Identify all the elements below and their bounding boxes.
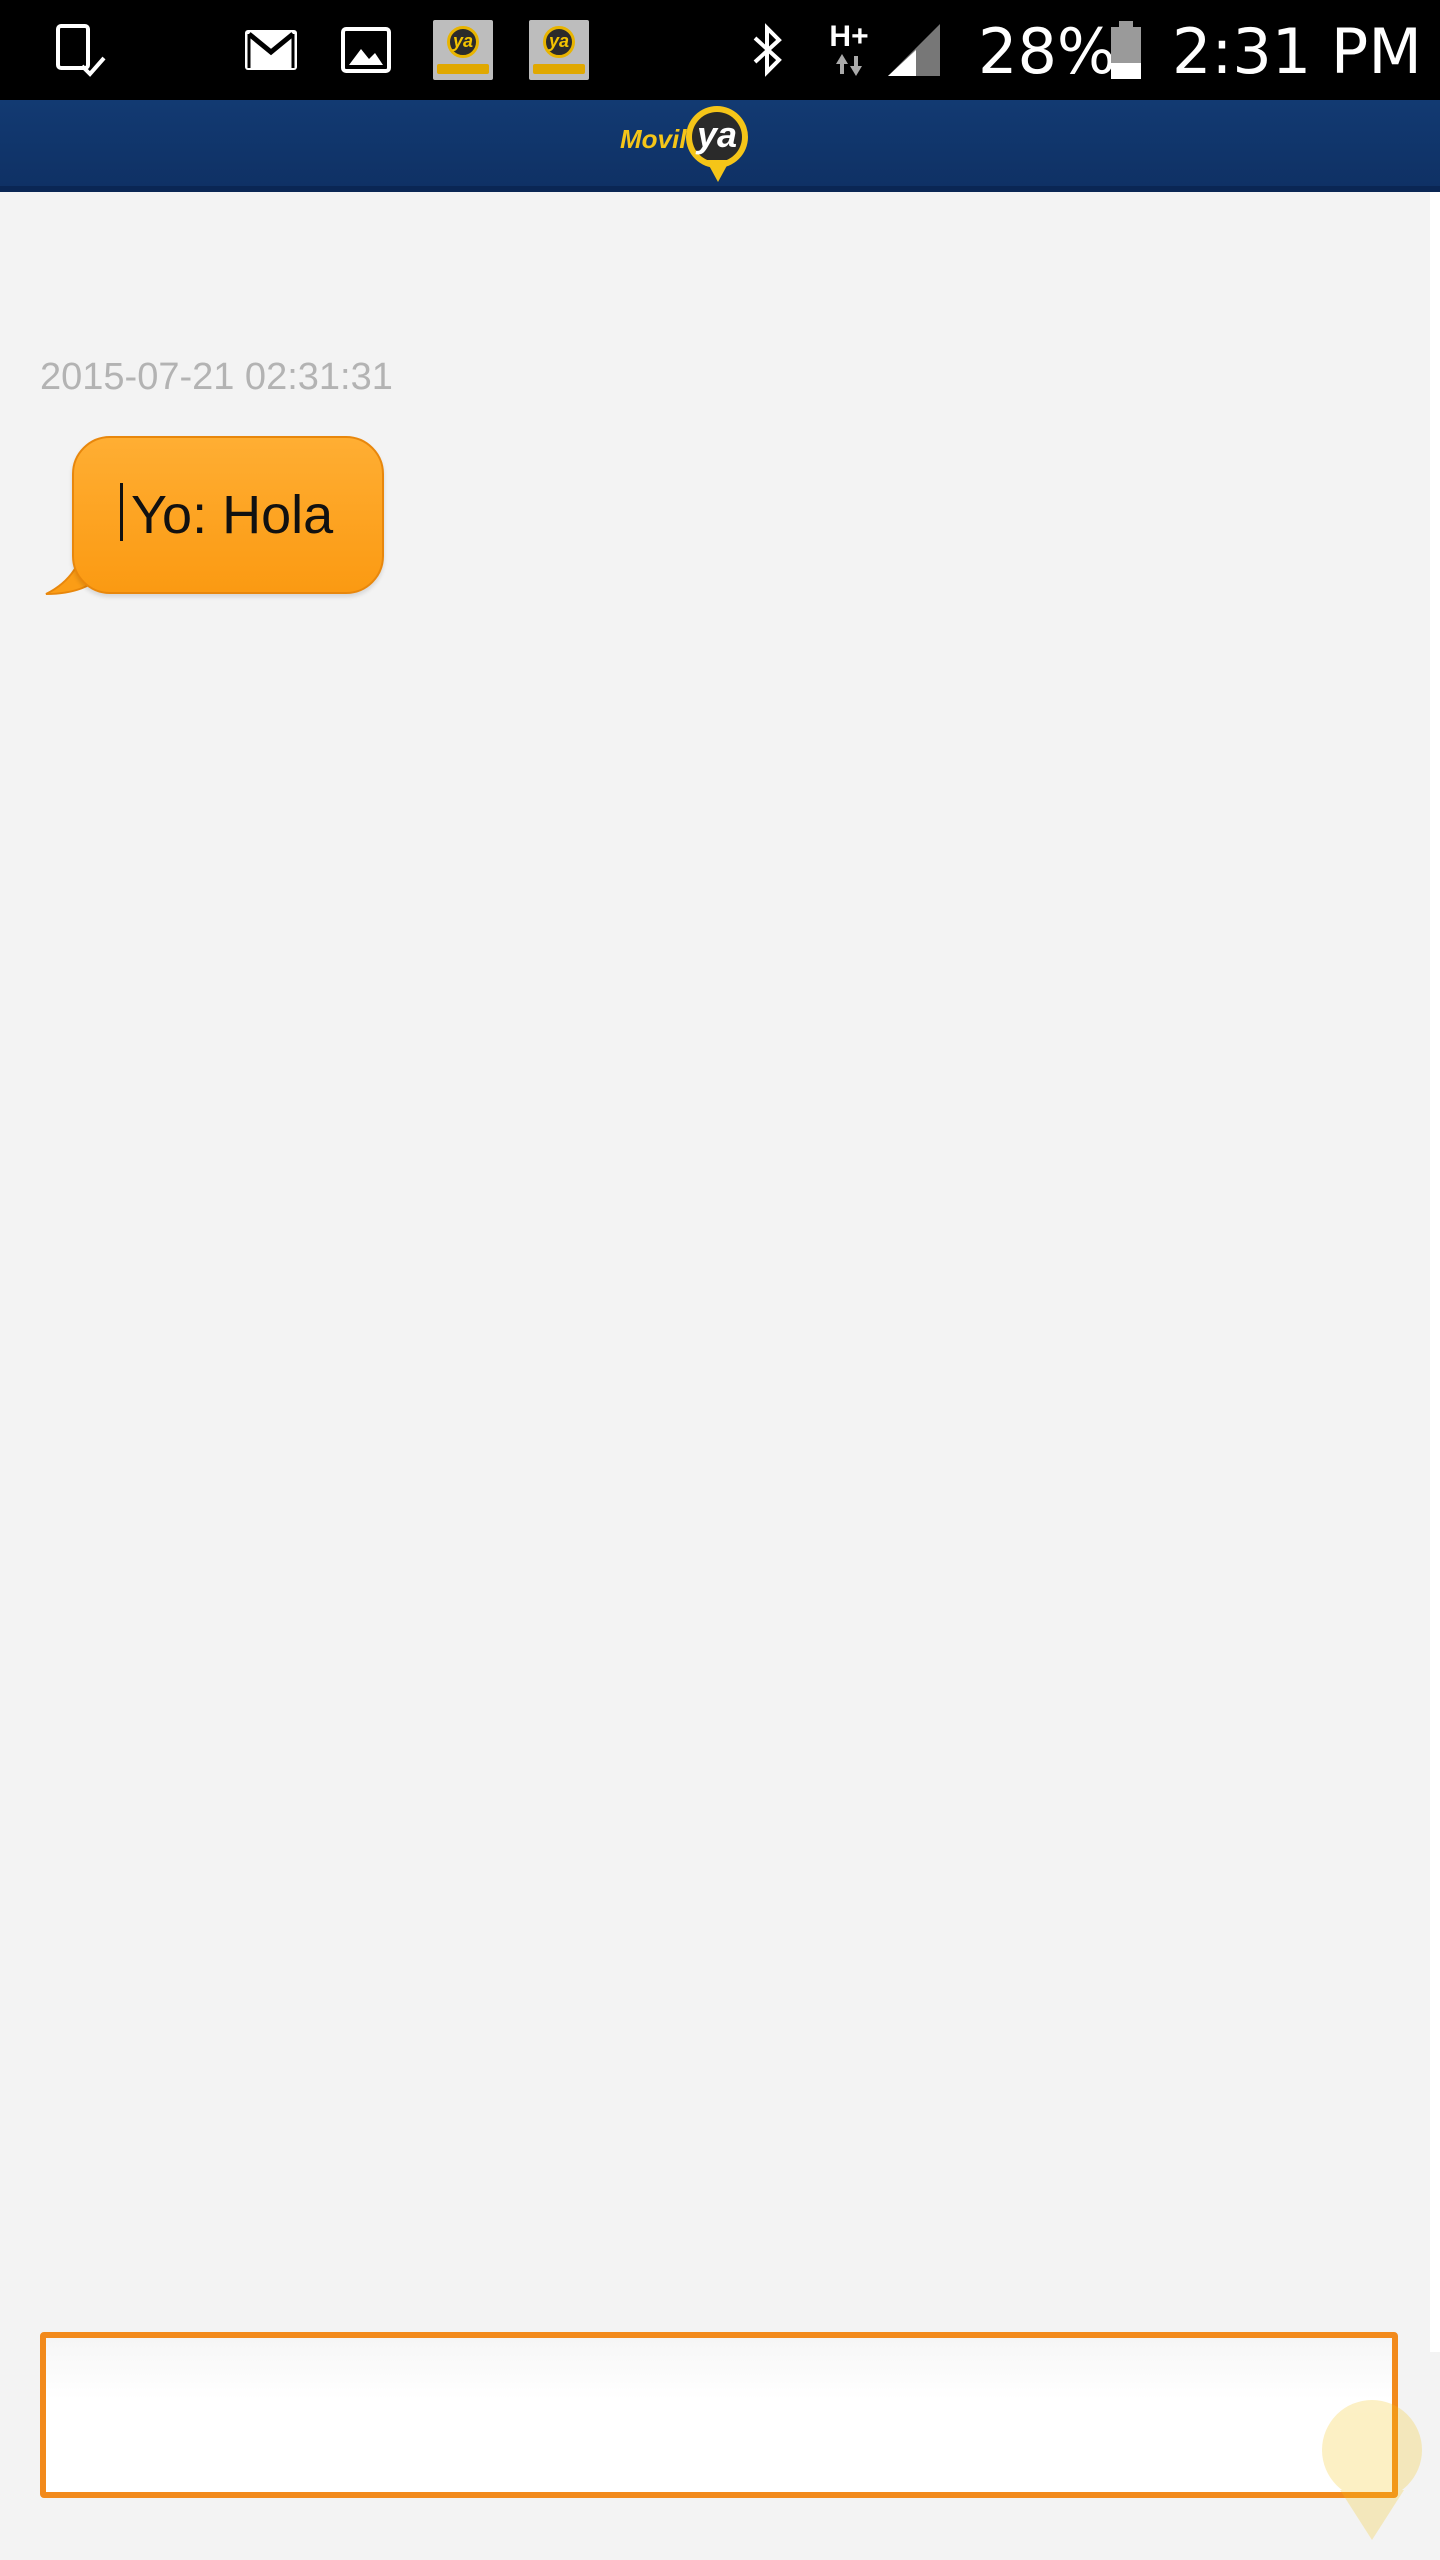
gmail-icon xyxy=(240,0,302,100)
gallery-icon xyxy=(338,0,394,100)
logo-wordmark: Movil xyxy=(620,124,687,154)
status-bar: ya ya H+ 28% 2:31 PM xyxy=(0,0,1440,100)
battery-icon xyxy=(1106,0,1146,100)
device-check-icon xyxy=(48,0,112,100)
logo-pin-icon: ya xyxy=(686,106,748,168)
bluetooth-icon xyxy=(748,0,788,100)
message-input[interactable] xyxy=(40,2332,1398,2498)
logo-mark: ya xyxy=(692,112,742,162)
message-bubble[interactable]: Yo: Hola xyxy=(72,436,384,594)
moviya-app-icon: ya xyxy=(432,0,494,100)
logo-pin-tip xyxy=(706,160,730,182)
battery-percent: 28% xyxy=(978,15,1116,88)
scrollbar-track[interactable] xyxy=(1430,192,1440,2352)
app-header: Movil ya xyxy=(0,100,1440,192)
clock: 2:31 PM xyxy=(1172,15,1422,88)
message-text: Yo: Hola xyxy=(120,438,333,592)
network-arrows-icon: H+ xyxy=(826,0,872,100)
message-timestamp: 2015-07-21 02:31:31 xyxy=(40,356,393,398)
signal-icon xyxy=(884,0,944,100)
chat-screen: ya ya H+ 28% 2:31 PM Movil ya 2015-07-21… xyxy=(0,0,1440,2560)
moviya-app-icon: ya xyxy=(528,0,590,100)
moviya-logo: Movil ya xyxy=(614,104,754,188)
network-type-label: H+ xyxy=(829,20,869,53)
